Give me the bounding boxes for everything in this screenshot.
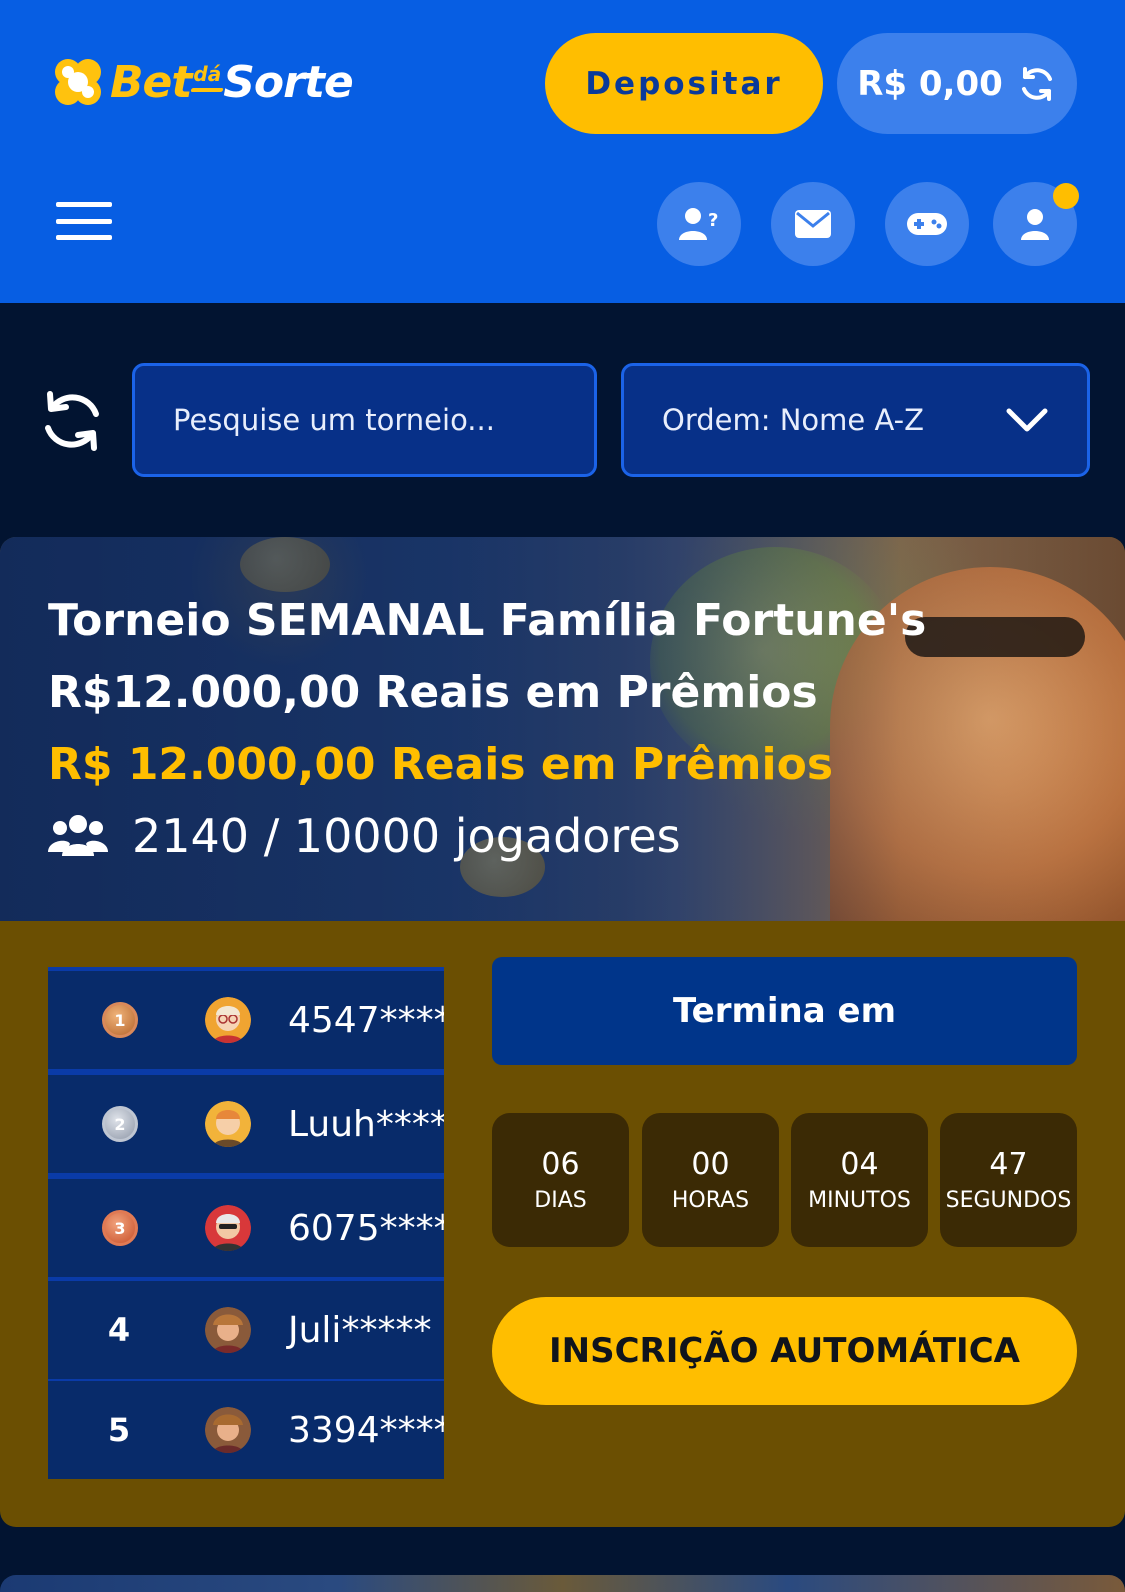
leaderboard-row: 2 Luuh**** [48,1075,444,1173]
notification-dot [1053,183,1079,209]
menu-hamburger-icon[interactable] [56,202,112,240]
tournament-card: Torneio SEMANAL Família Fortune's R$12.0… [0,537,1125,1527]
messages-button[interactable] [771,182,855,266]
refresh-balance-icon[interactable] [1017,64,1057,104]
avatar [205,1101,251,1147]
refresh-icon[interactable] [38,388,106,454]
player-name: Juli***** [288,1309,432,1351]
leaderboard-row: 4 Juli***** [48,1281,444,1379]
balance-amount: R$ 0,00 [857,63,1003,104]
countdown-unit: MINUTOS [808,1188,911,1213]
logo-wordmark: Bet dá Sorte [110,56,354,108]
rank-number: 4 [107,1311,131,1349]
countdown-value: 06 [541,1147,580,1182]
svg-text:?: ? [708,210,718,231]
tournament-title: Torneio SEMANAL Família Fortune's R$12.0… [48,595,927,718]
chevron-down-icon [1006,408,1048,432]
countdown-seconds: 47 SEGUNDOS [940,1113,1077,1247]
avatar [205,1205,251,1251]
countdown-minutes: 04 MINUTOS [791,1113,928,1247]
player-name: 6075**** [288,1207,444,1249]
top-header: Bet dá Sorte Depositar R$ 0,00 ? [0,0,1125,303]
tournament-search[interactable] [132,363,597,477]
search-input[interactable] [173,403,594,437]
countdown-hours: 00 HORAS [642,1113,779,1247]
auto-signup-button[interactable]: INSCRIÇÃO AUTOMÁTICA [492,1297,1077,1405]
leaderboard-row: 1 4547**** [48,971,444,1069]
countdown-unit: SEGUNDOS [945,1188,1072,1213]
deposit-button[interactable]: Depositar [545,33,823,134]
leaderboard-row: 3 6075**** [48,1179,444,1277]
countdown-value: 47 [989,1147,1028,1182]
tournament-banner[interactable]: Torneio SEMANAL Família Fortune's R$12.0… [0,537,1125,921]
user-question-icon: ? [679,208,718,240]
leaderboard: 1 4547**** 2 Luuh**** 3 6075**** 4 Juli*… [48,967,444,1479]
ends-in-header: Termina em [492,957,1077,1065]
next-tournament-card[interactable] [0,1575,1125,1592]
avatar [205,1407,251,1453]
logo-sorte-text: Sorte [223,56,353,108]
gold-medal-icon: 1 [102,1002,138,1038]
countdown-days: 06 DIAS [492,1113,629,1247]
player-name: Luuh**** [288,1103,444,1145]
rank-number: 5 [107,1411,131,1449]
player-name: 4547**** [288,999,444,1041]
games-button[interactable] [885,182,969,266]
players-text: 2140 / 10000 jogadores [132,809,681,863]
clover-logo-icon [55,59,101,105]
tournament-prize: R$ 12.000,00 Reais em Prêmios [48,739,834,790]
avatar [205,1307,251,1353]
countdown-unit: DIAS [534,1188,587,1213]
logo-bet-text: Bet [110,56,192,108]
silver-medal-icon: 2 [102,1106,138,1142]
mail-icon [795,210,831,238]
avatar [205,997,251,1043]
sort-dropdown[interactable]: Ordem: Nome A-Z [621,363,1090,477]
countdown-value: 00 [691,1147,730,1182]
bronze-medal-icon: 3 [102,1210,138,1246]
balance-pill[interactable]: R$ 0,00 [837,33,1077,134]
logo-da-text: dá [193,61,222,86]
players-count: 2140 / 10000 jogadores [48,805,681,867]
leaderboard-row: 5 3394**** [48,1381,444,1479]
user-icon [1021,209,1049,240]
betdasorte-logo[interactable]: Bet dá Sorte [50,52,354,112]
player-name: 3394**** [288,1409,444,1451]
users-group-icon [48,815,108,856]
countdown-value: 04 [840,1147,879,1182]
countdown-unit: HORAS [671,1188,750,1213]
gamepad-icon [907,213,947,235]
sort-label: Ordem: Nome A-Z [662,403,925,437]
support-button[interactable]: ? [657,182,741,266]
